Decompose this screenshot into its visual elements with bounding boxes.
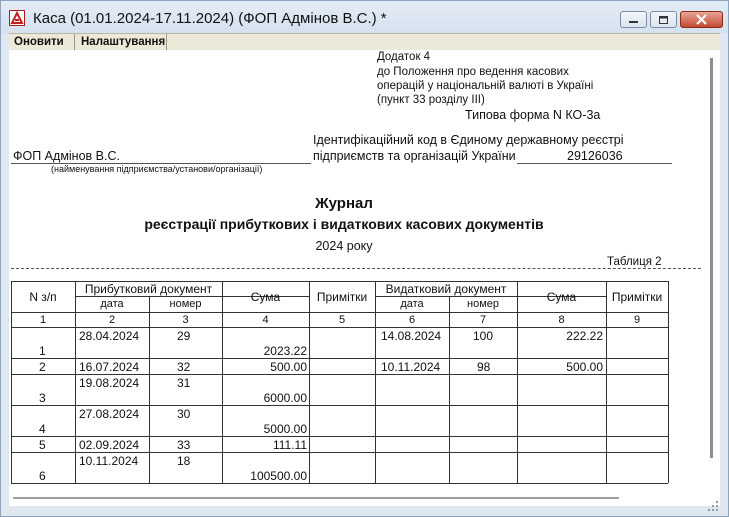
form-type: Типова форма N КО-3а xyxy=(465,108,601,122)
appendix-line: до Положення про ведення касових xyxy=(377,66,569,78)
col-header-income-date: дата xyxy=(100,298,124,310)
minimize-button[interactable] xyxy=(620,11,647,28)
col-header-income-amount: Сума xyxy=(250,290,281,304)
income-amount: 2023.22 xyxy=(263,344,307,358)
report-year: 2024 року xyxy=(315,239,373,253)
row-number: 4 xyxy=(39,422,46,436)
column-number: 9 xyxy=(633,314,641,326)
expense-amount: 222.22 xyxy=(566,329,603,343)
appendix-line: операцій у національній валюті в Україні xyxy=(377,80,594,92)
resize-grip-icon[interactable] xyxy=(707,499,719,511)
income-number: 18 xyxy=(177,454,191,468)
income-date: 02.09.2024 xyxy=(79,438,140,452)
restore-icon xyxy=(659,16,668,24)
title-bar[interactable]: Каса (01.01.2024-17.11.2024) (ФОП Адміно… xyxy=(1,1,728,33)
row-number: 5 xyxy=(39,438,46,452)
column-number: 6 xyxy=(408,314,416,326)
col-header-expense-doc: Видатковий документ xyxy=(385,282,507,296)
table-label: Таблиця 2 xyxy=(607,256,662,268)
column-number: 5 xyxy=(338,314,346,326)
id-code-underline xyxy=(517,163,672,164)
column-number: 3 xyxy=(182,314,189,326)
income-amount: 111.11 xyxy=(272,438,307,452)
report-window: Каса (01.01.2024-17.11.2024) (ФОП Адміно… xyxy=(0,0,729,517)
col-header-expense-date: дата xyxy=(400,298,424,310)
window-title: Каса (01.01.2024-17.11.2024) (ФОП Адміно… xyxy=(33,10,387,27)
income-number: 33 xyxy=(177,438,191,452)
app-icon xyxy=(9,10,25,26)
expense-number: 100 xyxy=(473,329,494,343)
appendix-line: Додаток 4 xyxy=(377,51,431,63)
id-code-value: 29126036 xyxy=(567,149,623,163)
vertical-scrollbar[interactable] xyxy=(705,50,720,490)
income-number: 29 xyxy=(177,329,191,343)
appendix-line: (пункт 33 розділу ІІІ) xyxy=(377,94,485,106)
minimize-icon xyxy=(629,21,638,23)
col-header-income-doc: Прибутковий документ xyxy=(84,282,213,296)
row-number: 1 xyxy=(39,344,46,358)
id-code-label: підприємств та організацій України xyxy=(313,149,516,163)
income-number: 30 xyxy=(177,407,191,421)
income-amount: 6000.00 xyxy=(263,391,307,405)
column-number: 4 xyxy=(262,314,269,326)
row-number: 3 xyxy=(39,391,46,405)
horizontal-scroll-thumb[interactable] xyxy=(13,497,619,499)
income-date: 10.11.2024 xyxy=(79,454,139,468)
expense-number: 98 xyxy=(477,360,491,374)
income-amount: 100500.00 xyxy=(250,469,307,483)
organization-name: ФОП Адмінов В.С. xyxy=(13,149,120,163)
column-number: 8 xyxy=(558,314,565,326)
id-code-label: Ідентифікаційний код в Єдиному державном… xyxy=(313,133,624,147)
column-number: 7 xyxy=(479,314,487,326)
vertical-scroll-thumb[interactable] xyxy=(710,58,713,458)
journal-subheading: реєстрації прибуткових і видаткових касо… xyxy=(144,216,544,232)
separator xyxy=(11,268,701,269)
income-amount: 5000.00 xyxy=(263,422,307,436)
expense-date: 14.08.2024 xyxy=(381,329,442,343)
income-number: 32 xyxy=(177,360,191,374)
income-number: 31 xyxy=(177,376,191,390)
close-button[interactable] xyxy=(680,11,723,28)
col-header-income-notes: Примітки xyxy=(316,290,368,304)
income-date: 16.07.2024 xyxy=(79,360,140,374)
col-header-expense-notes: Примітки xyxy=(611,290,663,304)
maximize-button[interactable] xyxy=(650,11,677,28)
journal-heading: Журнал xyxy=(315,195,373,212)
column-number: 1 xyxy=(39,314,47,326)
organization-caption: (найменування підприємства/установи/орга… xyxy=(51,164,263,174)
refresh-menu-item[interactable]: Оновити xyxy=(9,34,75,50)
settings-menu-item[interactable]: Налаштування xyxy=(76,34,167,50)
menu-bar: Оновити Налаштування xyxy=(9,33,720,51)
expense-amount: 500.00 xyxy=(566,360,603,374)
col-header-expense-number: номер xyxy=(467,298,499,310)
income-date: 27.08.2024 xyxy=(79,407,140,421)
income-date: 28.04.2024 xyxy=(79,329,140,343)
income-amount: 500.00 xyxy=(270,360,307,374)
col-header-expense-amount: Сума xyxy=(546,290,577,304)
row-number: 2 xyxy=(39,360,46,374)
close-icon xyxy=(696,14,707,25)
column-number: 2 xyxy=(108,314,116,326)
horizontal-scrollbar[interactable] xyxy=(9,490,720,506)
col-header-num: N з/п xyxy=(29,290,57,304)
report-page: Додаток 4 до Положення про ведення касов… xyxy=(9,50,720,490)
row-number: 6 xyxy=(39,469,46,483)
col-header-income-number: номер xyxy=(169,298,202,310)
income-date: 19.08.2024 xyxy=(79,376,140,390)
expense-date: 10.11.2024 xyxy=(381,360,441,374)
